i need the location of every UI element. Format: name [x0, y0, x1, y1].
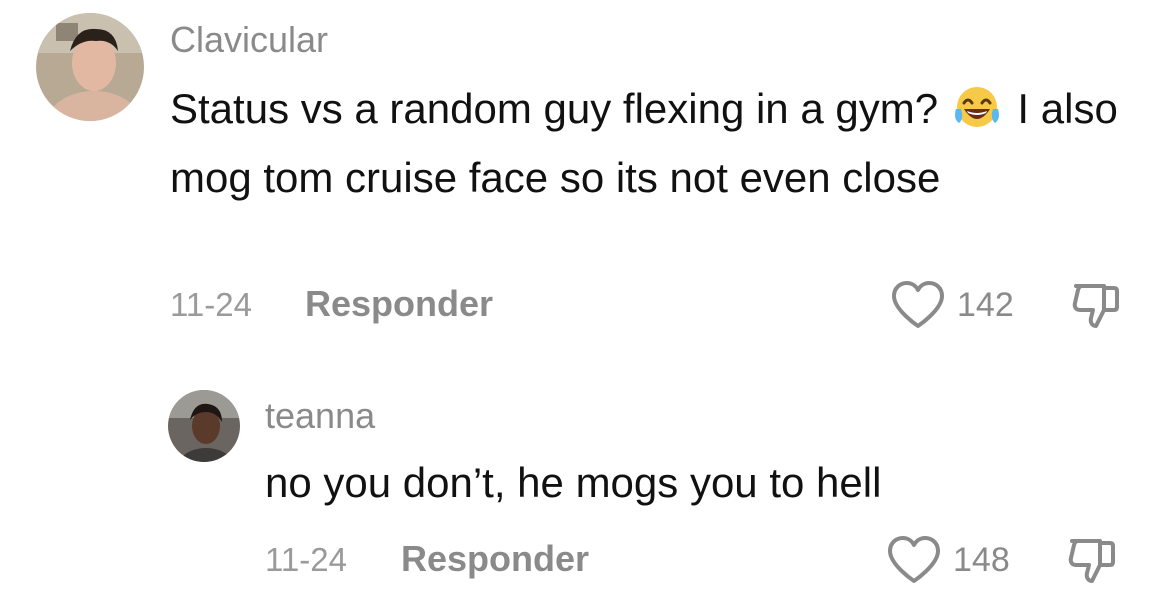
comment-text: no you don’t, he mogs you to hell — [265, 459, 882, 506]
avatar[interactable] — [168, 390, 240, 462]
username[interactable]: Clavicular — [170, 22, 328, 58]
comment-date: 11-24 — [170, 286, 252, 323]
reply-button[interactable]: Responder — [401, 541, 589, 577]
username[interactable]: teanna — [265, 398, 375, 434]
comment-text-part: I — [1017, 85, 1030, 132]
heart-icon[interactable] — [890, 280, 946, 330]
like-count: 148 — [953, 541, 1010, 579]
comment-text: Status vs a random guy flexing in a gym?… — [170, 78, 1150, 208]
thumbs-down-icon[interactable] — [1066, 535, 1118, 587]
like-count: 142 — [957, 286, 1014, 324]
laughing-crying-emoji-icon — [952, 85, 1002, 147]
heart-icon[interactable] — [886, 535, 942, 585]
reply-button[interactable]: Responder — [305, 286, 493, 322]
comment-text-part: Status vs a random guy flexing in a gym? — [170, 85, 939, 132]
thumbs-down-icon[interactable] — [1070, 280, 1122, 332]
comment-date: 11-24 — [265, 541, 347, 578]
avatar[interactable] — [36, 13, 144, 121]
